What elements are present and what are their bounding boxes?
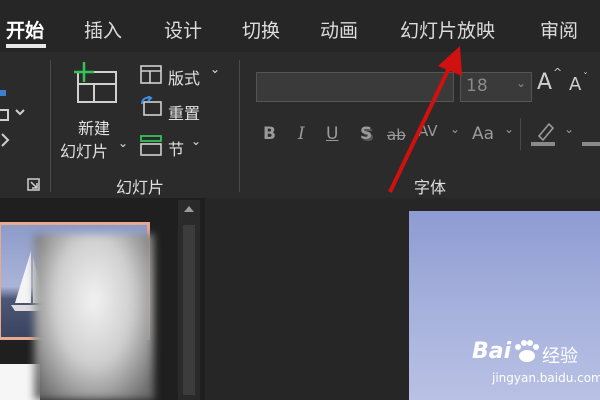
reset-label[interactable]: 重置 (168, 100, 200, 124)
tab-design[interactable]: 设计 (164, 16, 202, 43)
slides-group-label: 幻灯片 (116, 178, 165, 197)
chevron-down-icon[interactable]: ⌄ (191, 134, 201, 148)
chevron-down-icon[interactable]: ⌄ (564, 122, 574, 136)
italic-button[interactable]: I (298, 124, 305, 144)
chevron-down-icon[interactable]: ⌄ (516, 76, 526, 90)
new-slide-label-line1[interactable]: 新建 (78, 115, 110, 139)
group-separator (239, 60, 240, 192)
scrollbar-thumb[interactable] (183, 225, 195, 395)
watermark-brand: Bai (472, 339, 512, 364)
chevron-down-icon[interactable]: ⌄ (118, 136, 128, 150)
tab-insert[interactable]: 插入 (84, 16, 122, 43)
tab-slideshow[interactable]: 幻灯片放映 (400, 16, 495, 43)
watermark-url: jingyan.baidu.com (492, 371, 600, 385)
section-icon[interactable] (140, 134, 164, 158)
up-arrow-icon: ^ (553, 66, 563, 79)
underline-button[interactable]: U (326, 124, 338, 144)
scroll-up-icon[interactable] (183, 204, 195, 214)
tab-home[interactable]: 开始 (6, 16, 44, 43)
group-separator (50, 60, 51, 192)
baidu-jingyan-watermark: Bai 经验 jingyan.baidu.com (470, 335, 600, 390)
layout-label[interactable]: 版式 (168, 65, 200, 89)
section-label[interactable]: 节 (168, 136, 184, 160)
font-color-icon[interactable] (582, 120, 600, 148)
active-tab-indicator (6, 44, 46, 48)
red-annotation-arrow (388, 46, 462, 193)
grow-font-button[interactable]: A (537, 70, 552, 95)
blurred-region (34, 234, 154, 400)
paw-icon (515, 340, 539, 362)
text-shadow-button[interactable]: S (360, 124, 372, 144)
layout-icon[interactable] (140, 64, 164, 86)
dialog-launcher-icon[interactable] (27, 178, 41, 192)
clipboard-icons[interactable] (0, 80, 30, 160)
separator (520, 118, 521, 150)
chevron-down-icon[interactable]: ⌄ (210, 62, 220, 76)
new-slide-icon[interactable] (72, 62, 120, 104)
new-slide-label-line2[interactable]: 幻灯片 (60, 138, 108, 162)
ribbon-tab-bar: 开始 插入 设计 切换 动画 幻灯片放映 审阅 (0, 0, 600, 52)
highlight-icon[interactable] (531, 120, 557, 148)
watermark-brand-cn: 经验 (542, 346, 578, 367)
down-arrow-icon: ˇ (583, 72, 588, 83)
chevron-down-icon[interactable]: ⌄ (504, 122, 514, 136)
bold-button[interactable]: B (263, 124, 276, 144)
tab-animations[interactable]: 动画 (320, 16, 358, 43)
reset-icon[interactable] (140, 96, 164, 118)
shrink-font-button[interactable]: A (569, 74, 581, 95)
tab-transitions[interactable]: 切换 (242, 16, 280, 43)
tab-review[interactable]: 审阅 (540, 16, 578, 43)
